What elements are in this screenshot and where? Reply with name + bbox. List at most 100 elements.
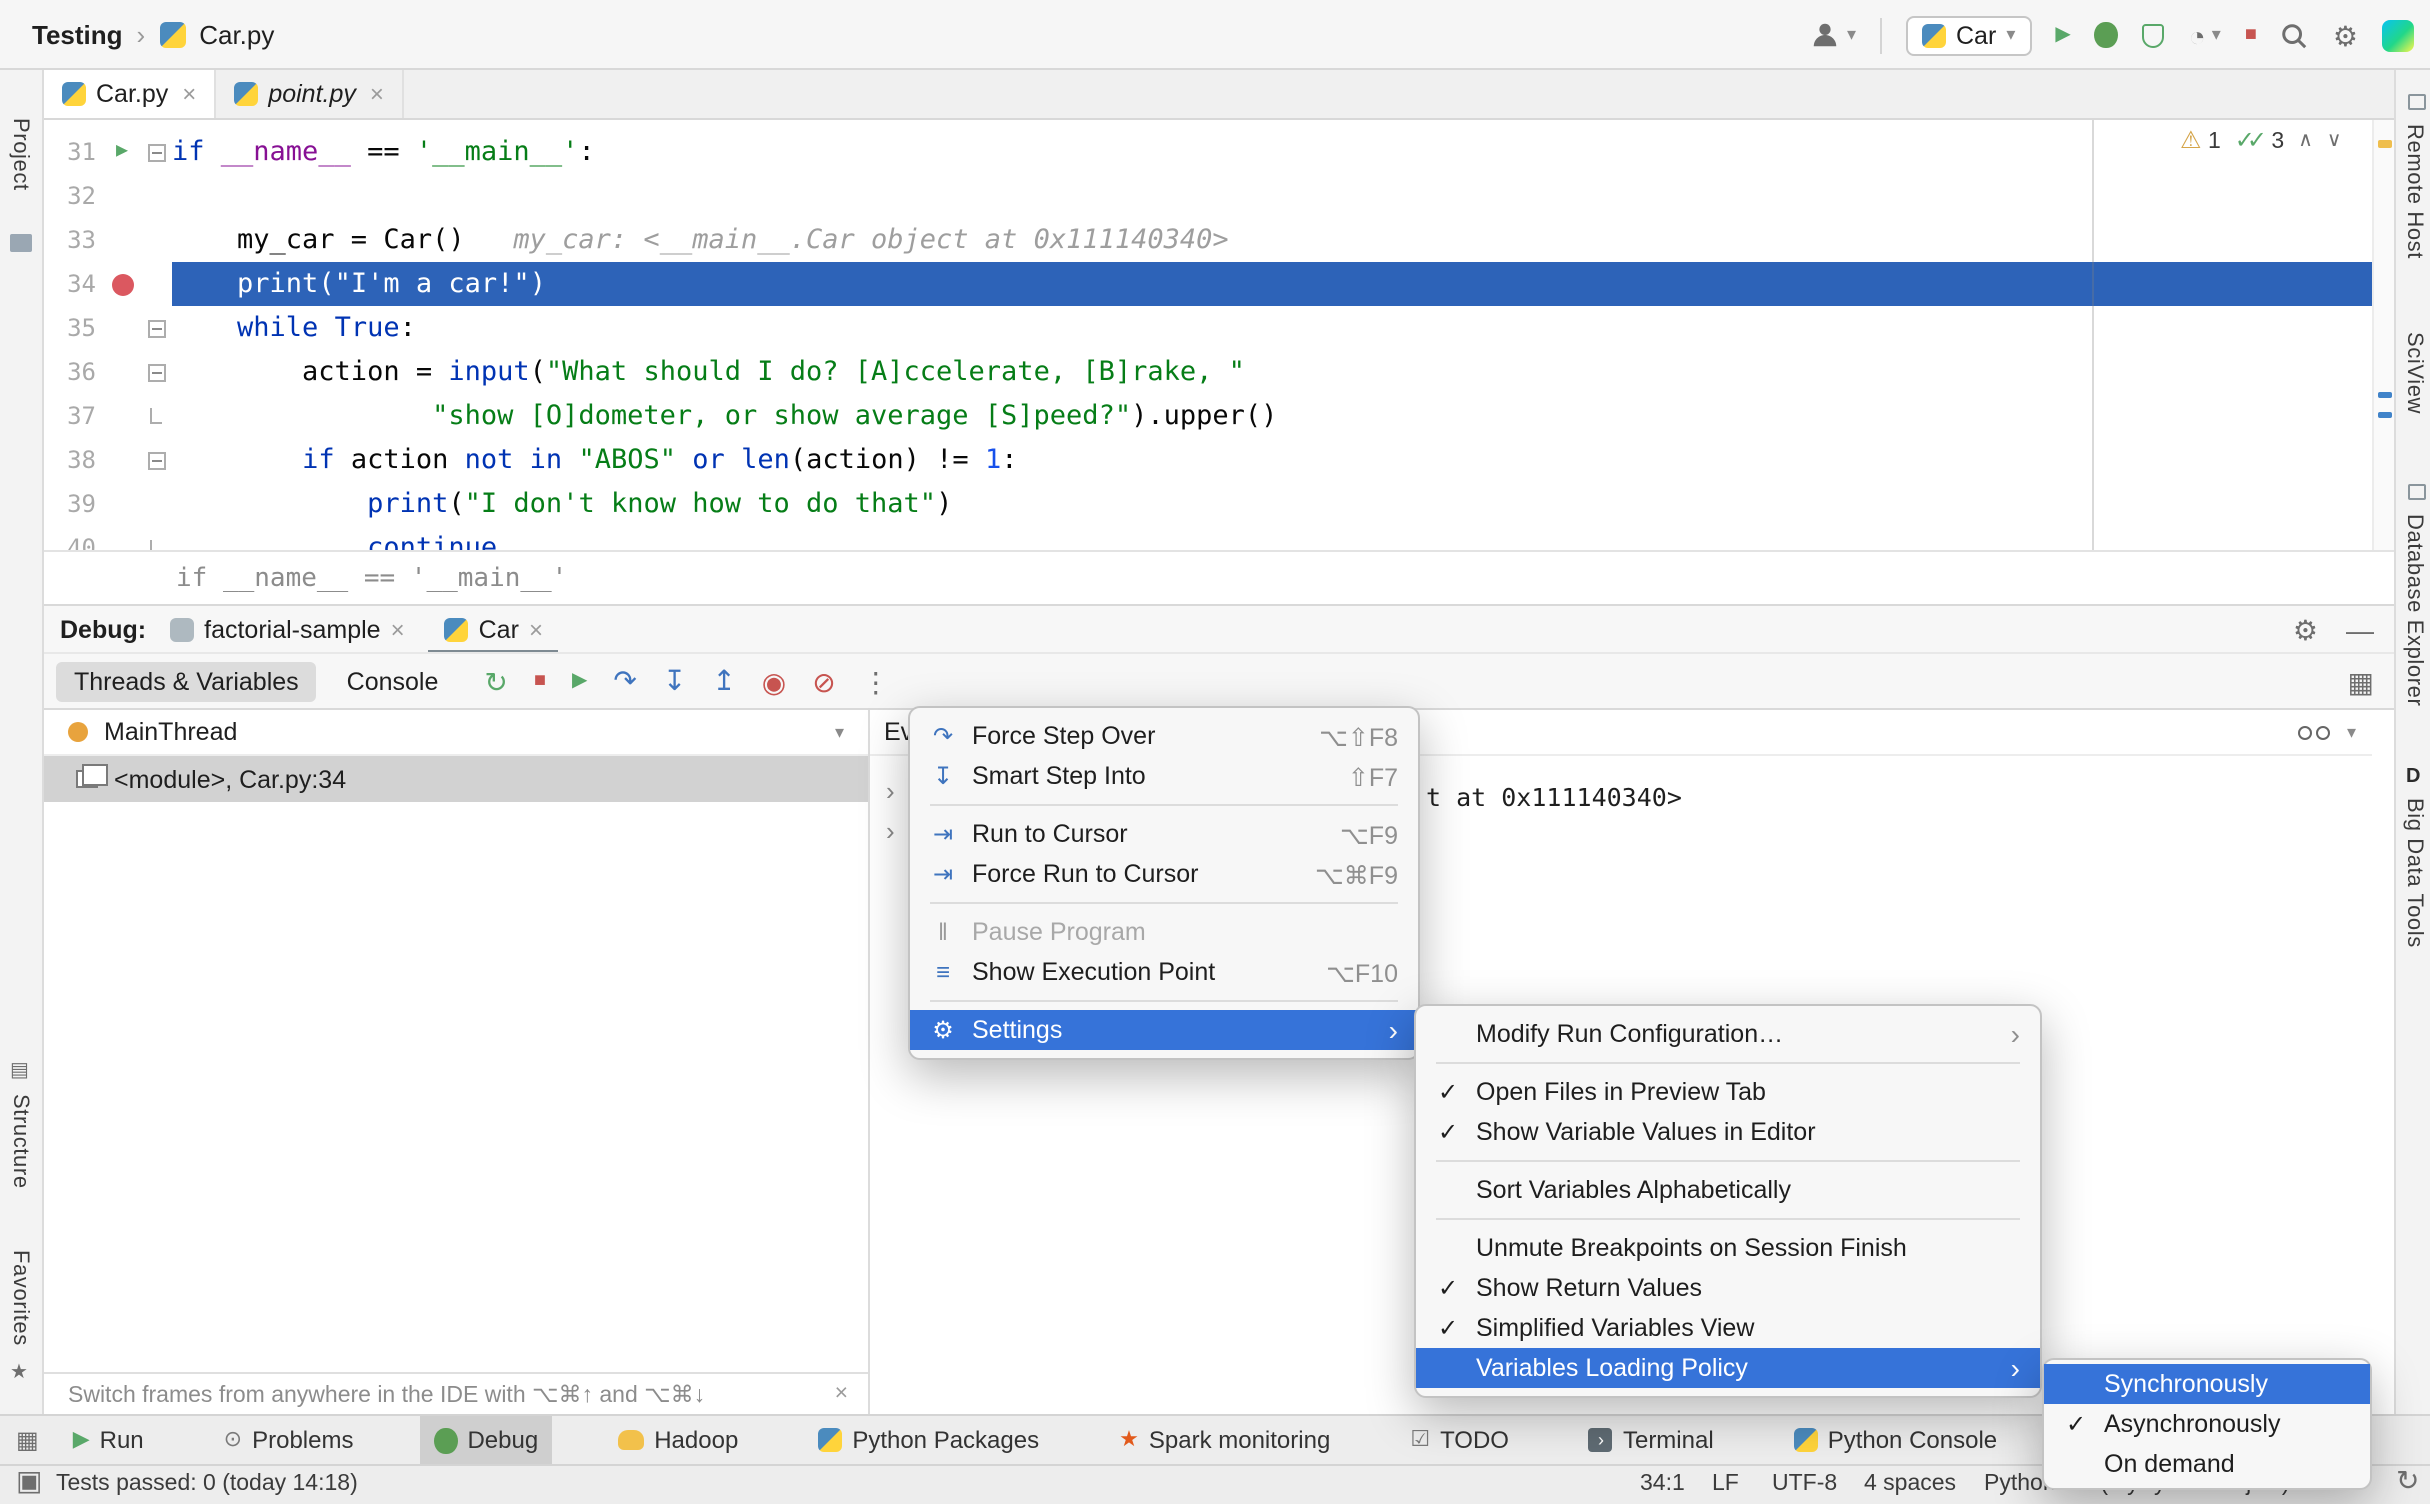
close-icon[interactable]: × [370, 80, 384, 108]
tool-strip-sciview[interactable]: SciView [2402, 332, 2426, 414]
menu-item-run-to-cursor[interactable]: ⇥Run to Cursor⌥F9 [910, 814, 1418, 854]
menu-item-settings[interactable]: ⚙Settings› [910, 1010, 1418, 1050]
tool-window-button-spark-monitoring[interactable]: ★Spark monitoring [1105, 1415, 1344, 1465]
caret-position[interactable]: 34:1 [1640, 1466, 1685, 1504]
tool-window-button-terminal[interactable]: ›Terminal [1575, 1415, 1728, 1465]
run-button[interactable]: ▶ [2055, 25, 2070, 45]
fold-icon[interactable] [147, 319, 165, 337]
context-breadcrumb[interactable]: if __name__ == '__main__' [176, 563, 567, 593]
file-encoding[interactable]: UTF-8 [1772, 1466, 1837, 1504]
breadcrumb-project[interactable]: Testing [32, 19, 123, 49]
fold-icon[interactable] [147, 363, 165, 381]
fold-column[interactable] [140, 526, 172, 550]
session-tab-car[interactable]: Car × [429, 605, 559, 653]
tree-expand-icon[interactable]: › [886, 776, 895, 806]
code-line[interactable]: 39 print("I don't know how to do that") [44, 482, 2372, 526]
view-breakpoints-icon[interactable]: ◉ [762, 667, 786, 695]
tab-threads-variables[interactable]: Threads & Variables [56, 661, 317, 701]
code-line[interactable]: 34 print("I'm a car!") [44, 262, 2372, 306]
gear-icon[interactable]: ⚙ [2293, 615, 2318, 643]
fold-column[interactable] [140, 174, 172, 218]
tool-window-button-run[interactable]: ▶Run [59, 1415, 158, 1465]
code-text[interactable]: if action not in "ABOS" or len(action) !… [172, 438, 2372, 482]
next-problem-icon[interactable]: ∨ [2327, 129, 2342, 151]
code-line[interactable]: 38 if action not in "ABOS" or len(action… [44, 438, 2372, 482]
menu-item-simplified-variables-view[interactable]: ✓Simplified Variables View [1416, 1308, 2040, 1348]
code-line[interactable]: 40 continue [44, 526, 2372, 550]
inspections-widget[interactable]: ⚠ 1 ✓✓ 3 ∧ ∨ [2180, 126, 2342, 154]
fold-column[interactable] [140, 482, 172, 526]
stripe-info-mark[interactable] [2378, 412, 2392, 418]
editor-error-stripe[interactable] [2372, 120, 2394, 550]
debug-button[interactable] [2095, 22, 2119, 48]
chevron-down-icon[interactable]: ▾ [2347, 721, 2356, 743]
code-text[interactable]: continue [172, 526, 2372, 550]
close-icon[interactable]: × [391, 615, 405, 643]
code-line[interactable]: 32 [44, 174, 2372, 218]
line-ending[interactable]: LF [1712, 1466, 1739, 1504]
tool-window-button-problems[interactable]: ⊙Problems [210, 1415, 368, 1465]
minimize-icon[interactable]: — [2346, 615, 2374, 643]
coverage-button[interactable] [2143, 23, 2165, 47]
tree-expand-icon[interactable]: › [886, 816, 895, 846]
menu-item-force-run-to-cursor[interactable]: ⇥Force Run to Cursor⌥⌘F9 [910, 854, 1418, 894]
menu-item-unmute-breakpoints-on-session-finish[interactable]: Unmute Breakpoints on Session Finish [1416, 1228, 2040, 1268]
menu-item-force-step-over[interactable]: ↷Force Step Over⌥⇧F8 [910, 716, 1418, 756]
code-line[interactable]: 35 while True: [44, 306, 2372, 350]
session-tab-factorial-sample[interactable]: factorial-sample × [154, 605, 421, 653]
tool-strip-database-explorer[interactable]: Database Explorer [2402, 514, 2426, 706]
rerun-icon[interactable]: ↻ [484, 667, 507, 695]
fold-column[interactable] [140, 438, 172, 482]
fold-column[interactable] [140, 262, 172, 306]
tool-strip-remote-host[interactable]: Remote Host [2402, 124, 2426, 259]
menu-item-pause-program[interactable]: ‖Pause Program [910, 912, 1418, 952]
menu-item-show-variable-values-in-editor[interactable]: ✓Show Variable Values in Editor [1416, 1112, 2040, 1152]
tool-window-button-hadoop[interactable]: Hadoop [604, 1415, 752, 1465]
fold-column[interactable] [140, 218, 172, 262]
run-configuration-select[interactable]: Car ▾ [1906, 15, 2031, 55]
tool-window-button-debug[interactable]: Debug [419, 1415, 552, 1465]
menu-item-variables-loading-policy[interactable]: Variables Loading Policy› [1416, 1348, 2040, 1388]
stop-icon[interactable]: ■ [534, 671, 546, 691]
close-icon[interactable]: × [529, 615, 543, 643]
menu-item-on-demand[interactable]: On demand [2044, 1444, 2370, 1484]
code-line[interactable]: 33 my_car = Car() my_car: <__main__.Car … [44, 218, 2372, 262]
code-text[interactable]: if __name__ == '__main__': [172, 130, 2372, 174]
update-icon[interactable]: ↻ [2396, 1466, 2419, 1494]
tool-strip-project[interactable]: Project [8, 118, 32, 191]
tool-strip-favorites[interactable]: Favorites [8, 1250, 32, 1346]
code-text[interactable]: "show [O]dometer, or show average [S]pee… [172, 394, 2372, 438]
variable-value-fragment[interactable]: t at 0x111140340> [1426, 776, 1682, 820]
code-line[interactable]: 31▶if __name__ == '__main__': [44, 130, 2372, 174]
gear-icon[interactable]: ⚙ [2333, 21, 2358, 49]
menu-item-show-return-values[interactable]: ✓Show Return Values [1416, 1268, 2040, 1308]
tool-window-button-python-packages[interactable]: Python Packages [804, 1415, 1053, 1465]
menu-item-modify-run-configuration[interactable]: Modify Run Configuration…› [1416, 1014, 2040, 1054]
run-line-icon[interactable]: ▶ [116, 130, 128, 174]
indent-style[interactable]: 4 spaces [1864, 1466, 1956, 1504]
breakpoint-icon[interactable] [111, 273, 133, 295]
profiler-button[interactable]: ◔ ▾ [2189, 21, 2221, 49]
more-actions-icon[interactable]: ⋮ [862, 667, 890, 695]
fold-column[interactable] [140, 306, 172, 350]
user-menu[interactable]: ▾ [1811, 20, 1856, 50]
tool-window-button-python-console[interactable]: Python Console [1780, 1415, 2011, 1465]
tab-console[interactable]: Console [329, 661, 457, 701]
mute-breakpoints-icon[interactable]: ⊘ [812, 667, 835, 695]
fold-icon[interactable] [147, 451, 165, 469]
window-icon[interactable]: ▣ [16, 1466, 42, 1494]
code-text[interactable]: print("I don't know how to do that") [172, 482, 2372, 526]
code-text[interactable]: print("I'm a car!") [172, 262, 2372, 306]
stop-button[interactable]: ■ [2245, 25, 2257, 45]
layout-settings-icon[interactable]: ▦ [2348, 667, 2374, 695]
menu-item-sort-variables-alphabetically[interactable]: Sort Variables Alphabetically [1416, 1170, 2040, 1210]
step-out-icon[interactable]: ↥ [712, 664, 735, 698]
menu-item-synchronously[interactable]: Synchronously [2044, 1364, 2370, 1404]
step-into-icon[interactable]: ↧ [663, 664, 686, 698]
tool-strip-structure[interactable]: Structure [8, 1094, 32, 1189]
code-text[interactable]: my_car = Car() my_car: <__main__.Car obj… [172, 218, 2372, 262]
prev-problem-icon[interactable]: ∧ [2298, 129, 2313, 151]
fold-column[interactable] [140, 130, 172, 174]
fold-icon[interactable] [147, 143, 165, 161]
stack-frame-row[interactable]: <module>, Car.py:34 [44, 756, 868, 802]
